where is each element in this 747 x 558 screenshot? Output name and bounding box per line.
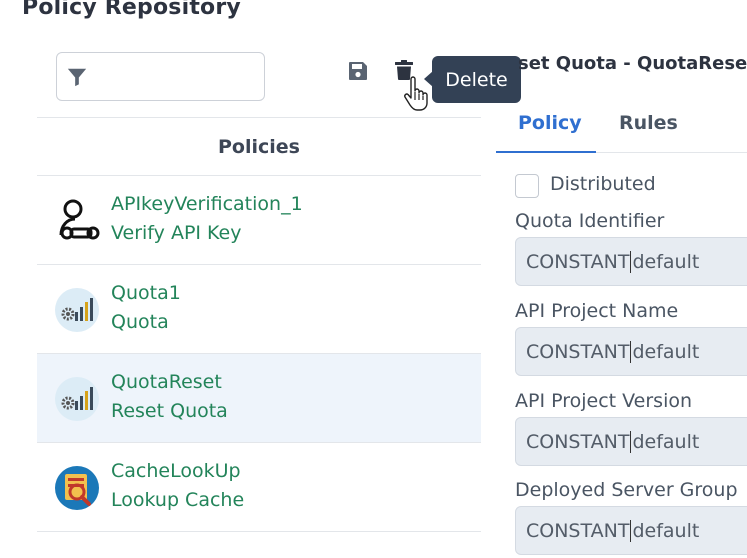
- text-caret: [630, 519, 632, 542]
- cache-lookup-icon: [55, 466, 99, 510]
- field-value-prefix: CONSTANT: [526, 340, 630, 363]
- quota-reset-icon: [55, 377, 99, 421]
- deployed-server-group-input[interactable]: CONSTANT default: [515, 506, 747, 555]
- quota-chart-icon: [55, 288, 99, 332]
- policy-row-quotareset[interactable]: QuotaReset Reset Quota: [37, 354, 481, 443]
- api-project-name-label: API Project Name: [515, 300, 679, 322]
- field-value-suffix: default: [632, 340, 700, 363]
- policy-name[interactable]: CacheLookUp: [111, 460, 241, 482]
- policy-type: Lookup Cache: [111, 489, 245, 511]
- field-value-prefix: CONSTANT: [526, 519, 630, 542]
- distributed-checkbox[interactable]: [515, 174, 539, 198]
- filter-input-box[interactable]: [56, 52, 265, 101]
- filter-input[interactable]: [97, 61, 257, 93]
- field-value-prefix: CONSTANT: [526, 250, 630, 273]
- policy-name[interactable]: APIkeyVerification_1: [111, 193, 303, 215]
- quota-identifier-label: Quota Identifier: [515, 210, 665, 232]
- policy-list: APIkeyVerification_1 Verify API Key Quot…: [37, 176, 481, 532]
- policies-header: Policies: [37, 118, 481, 176]
- deployed-server-group-label: Deployed Server Group: [515, 479, 738, 501]
- active-tab-indicator: [496, 151, 596, 153]
- field-value-suffix: default: [632, 250, 700, 273]
- delete-tooltip: Delete: [424, 56, 521, 103]
- policy-row-apikeyverification[interactable]: APIkeyVerification_1 Verify API Key: [37, 176, 481, 265]
- policy-type: Verify API Key: [111, 222, 242, 244]
- tab-policy[interactable]: Policy: [518, 112, 582, 134]
- policy-type: Quota: [111, 311, 169, 333]
- page-title: Policy Repository: [22, 0, 241, 20]
- api-project-version-label: API Project Version: [515, 390, 693, 412]
- key-user-icon: [59, 199, 100, 240]
- field-value-suffix: default: [632, 519, 700, 542]
- policy-row-quota1[interactable]: Quota1 Quota: [37, 265, 481, 354]
- api-project-name-input[interactable]: CONSTANT default: [515, 327, 747, 376]
- quota-identifier-input[interactable]: CONSTANT default: [515, 237, 747, 286]
- detail-title: set Quota - QuotaReset: [518, 53, 747, 74]
- api-project-version-input[interactable]: CONSTANT default: [515, 417, 747, 466]
- tab-rules[interactable]: Rules: [619, 112, 678, 134]
- filter-icon: [67, 68, 87, 87]
- policy-type: Reset Quota: [111, 400, 228, 422]
- policy-row-cachelookup[interactable]: CacheLookUp Lookup Cache: [37, 443, 481, 532]
- save-icon[interactable]: [346, 59, 370, 83]
- policy-name[interactable]: QuotaReset: [111, 371, 222, 393]
- field-value-prefix: CONSTANT: [526, 430, 630, 453]
- policy-name[interactable]: Quota1: [111, 282, 181, 304]
- field-value-suffix: default: [632, 430, 700, 453]
- text-caret: [630, 250, 632, 273]
- text-caret: [630, 340, 632, 363]
- distributed-label: Distributed: [550, 173, 656, 195]
- text-caret: [630, 430, 632, 453]
